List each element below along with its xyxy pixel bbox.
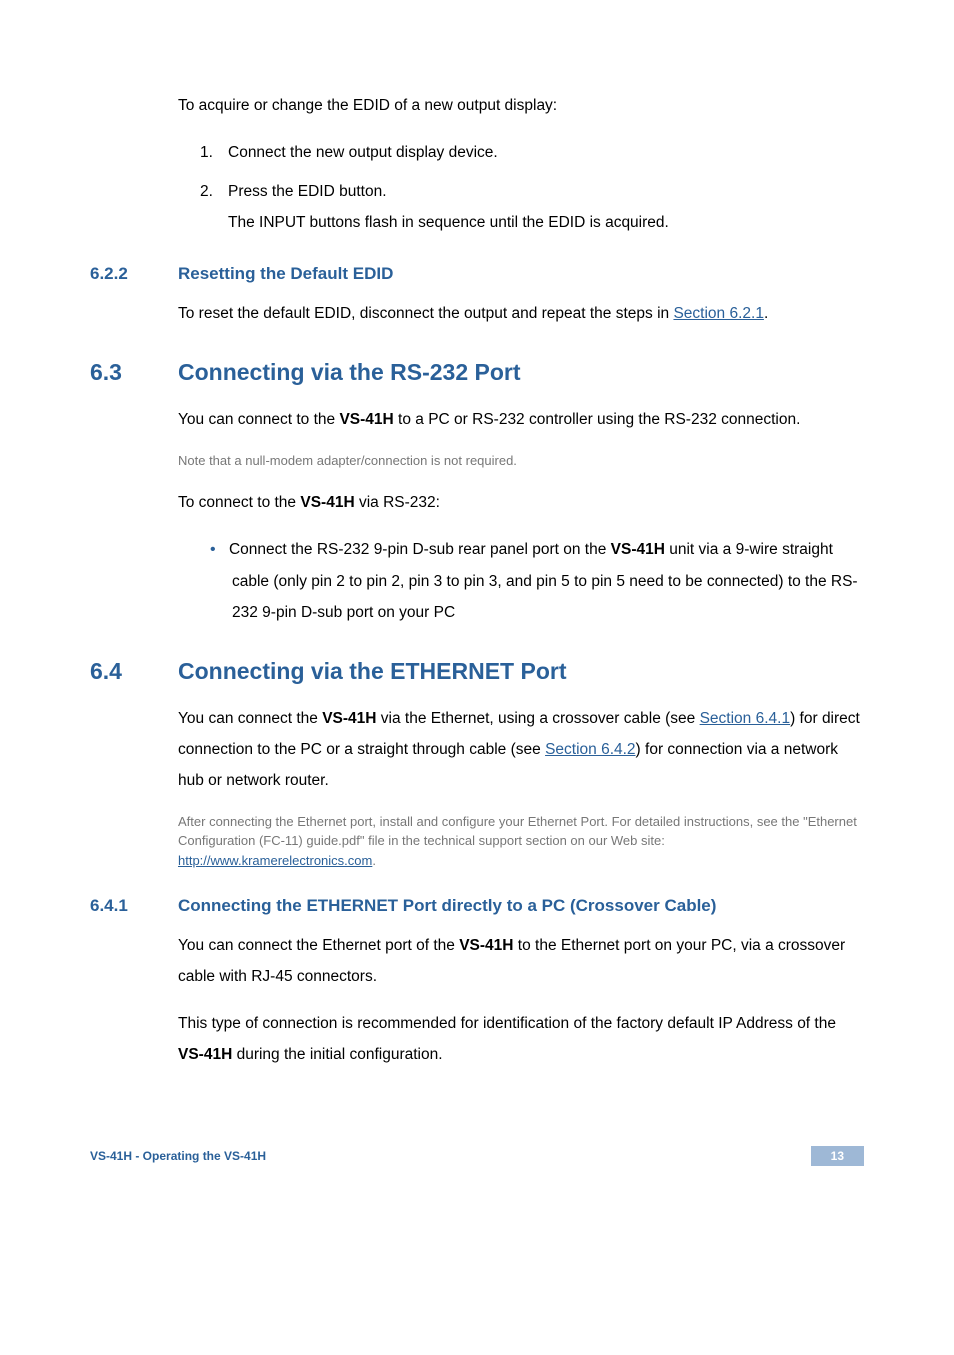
- s63-p2: To connect to the VS-41H via RS-232:: [178, 487, 864, 518]
- page: To acquire or change the EDID of a new o…: [0, 0, 954, 1200]
- ol1-num: 1.: [200, 137, 228, 168]
- link-kramer-site[interactable]: http://www.kramerelectronics.com: [178, 853, 372, 868]
- s641-p1-bold: VS-41H: [459, 937, 513, 954]
- heading-num-622: 6.2.2: [90, 264, 178, 284]
- heading-title-64: Connecting via the ETHERNET Port: [178, 658, 566, 685]
- heading-6-4: 6.4 Connecting via the ETHERNET Port: [90, 658, 864, 685]
- s641-p2: This type of connection is recommended f…: [178, 1008, 864, 1070]
- s641-p2-bold: VS-41H: [178, 1046, 232, 1063]
- heading-title-622: Resetting the Default EDID: [178, 264, 393, 284]
- page-number: 13: [811, 1146, 864, 1166]
- link-section-642[interactable]: Section 6.4.2: [545, 741, 635, 758]
- intro-text: To acquire or change the EDID of a new o…: [178, 90, 864, 121]
- footer-title: VS-41H - Operating the VS-41H: [90, 1149, 266, 1163]
- s622-post: .: [764, 305, 768, 322]
- link-section-641[interactable]: Section 6.4.1: [700, 710, 790, 727]
- s64-p1-mid1: via the Ethernet, using a crossover cabl…: [377, 710, 700, 727]
- heading-num-63: 6.3: [90, 359, 178, 386]
- s64-note-post: .: [372, 853, 376, 868]
- s63-p1: You can connect to the VS-41H to a PC or…: [178, 404, 864, 435]
- list-item-2: 2.Press the EDID button.: [200, 176, 864, 207]
- s63-note: Note that a null-modem adapter/connectio…: [178, 451, 864, 471]
- s63-p1-post: to a PC or RS-232 controller using the R…: [394, 411, 801, 428]
- s641-p2-post: during the initial configuration.: [232, 1046, 442, 1063]
- s64-p1: You can connect the VS-41H via the Ether…: [178, 703, 864, 796]
- heading-num-64: 6.4: [90, 658, 178, 685]
- ol2-num: 2.: [200, 176, 228, 207]
- heading-6-4-1: 6.4.1 Connecting the ETHERNET Port direc…: [90, 896, 864, 916]
- s63-bullet: • Connect the RS-232 9-pin D-sub rear pa…: [210, 534, 864, 628]
- ol2-text: Press the EDID button.: [228, 183, 387, 200]
- heading-num-641: 6.4.1: [90, 896, 178, 916]
- s641-p2-pre: This type of connection is recommended f…: [178, 1015, 836, 1032]
- s641-p1-pre: You can connect the Ethernet port of the: [178, 937, 459, 954]
- s64-p1-bold: VS-41H: [322, 710, 376, 727]
- s63-p1-bold: VS-41H: [339, 411, 393, 428]
- s63-p1-pre: You can connect to the: [178, 411, 339, 428]
- heading-title-63: Connecting via the RS-232 Port: [178, 359, 521, 386]
- s63-bullet-bold: VS-41H: [611, 541, 665, 558]
- s64-note-pre: After connecting the Ethernet port, inst…: [178, 814, 857, 849]
- link-section-621[interactable]: Section 6.2.1: [673, 305, 763, 322]
- s622-body: To reset the default EDID, disconnect th…: [178, 298, 864, 329]
- s64-note: After connecting the Ethernet port, inst…: [178, 812, 864, 871]
- list-item-1: 1.Connect the new output display device.: [200, 137, 864, 168]
- ol1-text: Connect the new output display device.: [228, 144, 498, 161]
- s63-p2-pre: To connect to the: [178, 494, 300, 511]
- heading-6-3: 6.3 Connecting via the RS-232 Port: [90, 359, 864, 386]
- bullet-icon: •: [210, 541, 229, 558]
- ol2-sub: The INPUT buttons flash in sequence unti…: [228, 207, 864, 238]
- heading-title-641: Connecting the ETHERNET Port directly to…: [178, 896, 716, 916]
- s63-p2-bold: VS-41H: [300, 494, 354, 511]
- heading-6-2-2: 6.2.2 Resetting the Default EDID: [90, 264, 864, 284]
- s63-p2-post: via RS-232:: [355, 494, 440, 511]
- s641-p1: You can connect the Ethernet port of the…: [178, 930, 864, 992]
- s64-p1-pre: You can connect the: [178, 710, 322, 727]
- s622-pre: To reset the default EDID, disconnect th…: [178, 305, 673, 322]
- s63-bullet-pre: Connect the RS-232 9-pin D-sub rear pane…: [229, 541, 611, 558]
- page-footer: VS-41H - Operating the VS-41H 13: [90, 1146, 864, 1166]
